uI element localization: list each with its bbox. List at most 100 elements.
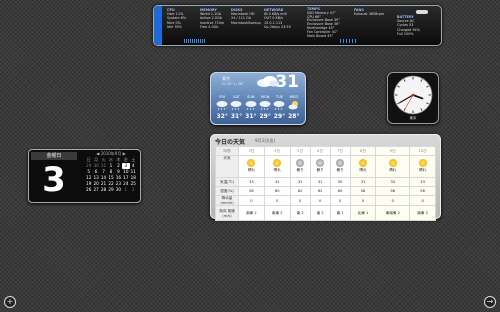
calendar-month-label: 2010年9月 [100,151,122,156]
forecast-weather-label: 曇り [296,168,304,172]
forecast-row-label: 天気 [215,155,239,178]
forecast-weather-label: 曇り [336,168,344,172]
calendar-next-button[interactable]: ▶ [123,151,126,156]
forecast-cell: 晴れ [409,155,436,178]
forecast-cell: 4日 [263,146,291,156]
weather-day: SAT 31° [229,95,243,120]
istat-network: NETWORK IN 0 KB/s en0 OUT 0 KB/s 10.0.1.… [264,8,291,29]
forecast-weather-row: 天気 晴れ 晴れ 曇り 曇り 曇り 晴れ 晴れ 晴れ [215,155,436,178]
istat-row: System 6% [167,16,187,21]
weather-day-temp: 29° [273,113,286,120]
forecast-cell: 0 [409,195,436,206]
forecast-cell: 0 [289,195,311,206]
forecast-weather-label: 晴れ [359,168,367,172]
rain-icon [245,101,257,111]
clock-widget[interactable]: 東京 [387,72,439,124]
forecast-row-label: 湿度(%) [215,186,239,196]
next-page-button[interactable]: → [484,296,496,308]
sun-icon [358,159,367,167]
rain-icon [230,101,242,111]
forecast-cell: 10日 [409,146,436,156]
forecast-cell: 7日 [329,146,351,156]
cloud-icon [296,159,305,167]
istat-row: Up 2days 23:59 [264,24,291,29]
rain-icon [216,101,228,111]
forecast-cell: 31 [289,177,311,187]
weather-current-temp: 31 [275,72,299,92]
forecast-cell: 62 [289,186,311,196]
forecast-cell: 晴れ [375,155,411,178]
forecast-cell: 曇り [289,155,311,178]
weather-day-name: TUE [275,95,284,99]
istat-row: Main Board 45° [307,33,334,38]
add-widget-button[interactable]: + [4,296,16,308]
weather-day-name: SUN [247,95,255,99]
forecast-cell: 5日 [289,146,311,156]
forecast-cell: 0 [329,195,351,206]
weather-day: FRI 32° [215,95,229,120]
forecast-cell: 晴れ [349,155,377,178]
calendar-big-day[interactable]: 3 [31,161,77,199]
istat-row: Free 4.0Gb [200,24,219,29]
calendar-widget[interactable]: 金曜日 3 ◀ 2010年9月 ▶ 日月火水木金土 29 30 31 1 2 3 4 5 6 7 8 9… [28,149,141,203]
forecast-cell: 南東 2 [263,205,291,221]
weather-highlow: H: 32° L: 26° [222,82,244,86]
forecast-cell: 32 [263,177,291,187]
istat-row: Idle 76% [167,24,182,29]
weather-forecast-days: FRI 32° SAT 31° SUN 31° MON 29° TUE 29° … [215,95,301,120]
forecast-cell: 曇り [309,155,331,178]
sun-cloud-icon [288,101,298,110]
calendar-prev-button[interactable]: ◀ [96,151,99,156]
forecast-cell: 56 [409,186,436,196]
istat-cpu: CPU User 11% System 6% Nice 0% Idle 76% [167,8,186,29]
forecast-cell: 0 [349,195,377,206]
weather-widget[interactable]: 東京 H: 32° L: 26° 31 FRI 32° SAT 31° SUN … [210,72,306,125]
forecast-cell: 33 [238,177,265,187]
calendar-day-cell[interactable]: 29 [107,187,114,193]
forecast-cell: 南東 2 [238,205,265,221]
istat-battery-toggle[interactable] [416,10,428,14]
istat-row: MacintoshBackup [231,20,261,25]
istat-row: Full 100% [397,31,414,36]
istat-cpu-graph [184,39,206,43]
forecast-cell: 東南東 2 [375,205,411,221]
calendar-day-cell[interactable]: 27 [92,187,99,193]
calendar-day-cell[interactable]: 28 [100,187,107,193]
clock-city: 東京 [409,116,417,120]
forecast-rain-row: 降水量(mm/h) 0 0 0 0 0 0 0 0 [215,195,436,206]
forecast-subtitle: 9月3日(金) [255,138,276,143]
forecast-cell: 晴れ [263,155,291,178]
forecast-cell: 31 [309,177,331,187]
forecast-cell: 8日 [349,146,377,156]
weather-day: MON 29° [258,95,272,120]
istat-widget[interactable]: CPU User 11% System 6% Nice 0% Idle 76% … [153,5,442,46]
forecast-cell: 南 1 [329,205,351,221]
forecast-cell: 30 [329,177,351,187]
calendar-weekday: 金曜日 [31,152,77,160]
calendar-day-cell[interactable]: 26 [85,187,92,193]
forecast-cell: 33 [409,177,436,187]
forecast-humidity-row: 湿度(%) 58 60 62 62 60 58 56 56 [215,186,436,196]
calendar-day-cell[interactable]: 1 [122,187,129,193]
sun-icon [247,159,256,167]
forecast-cell: 6日 [309,146,331,156]
clock-face [393,75,433,115]
forecast-cell: 0 [263,195,291,206]
forecast-cell: 62 [309,186,331,196]
forecast-table: 時間 3日 4日 5日 6日 7日 8日 9日 10日 天気 晴れ 晴れ 曇り 曇り 曇り 晴れ 晴れ 晴れ 気… [215,146,436,221]
forecast-temp-row: 気温(℃) 33 32 31 31 30 31 33 33 [215,177,436,187]
rain-icon [273,101,285,111]
istat-disks: DISKS Macintosh HD 24 / 111 Gb Macintosh… [231,8,261,25]
weather-day-temp: 31° [230,113,243,120]
forecast-title: 今日の天気 [215,139,246,146]
forecast-cell: 56 [375,186,411,196]
forecast-widget[interactable]: 今日の天気 9月3日(金) 時間 3日 4日 5日 6日 7日 8日 9日 10日 天気 晴れ 晴れ… [210,134,441,221]
weather-day: SUN 31° [244,95,258,120]
istat-tab[interactable] [154,6,162,45]
forecast-row-label: 気温(℃) [215,177,239,187]
calendar-grid: 日月火水木金土 29 30 31 1 2 3 4 5 6 7 8 9 10 11 12 13 14 15 16 17 18… [85,157,137,193]
forecast-cell: 3日 [238,146,265,156]
istat-row: Active 2.0Gb [200,16,222,21]
calendar-day-cell[interactable]: 2 [130,187,137,193]
calendar-day-cell[interactable]: 30 [115,187,122,193]
